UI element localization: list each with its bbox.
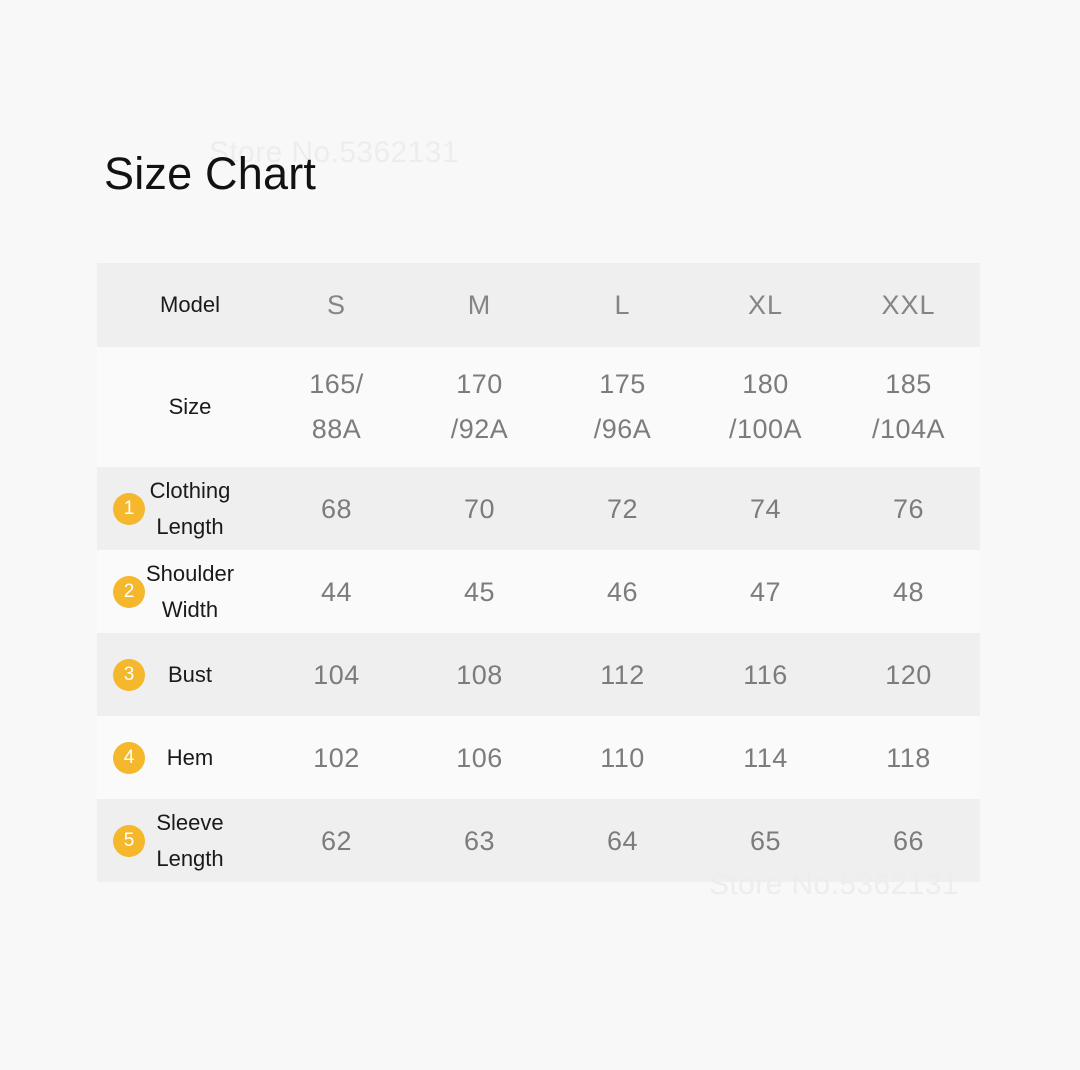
row-badge-5: 5 [113,824,145,857]
value-bust-m: 108 [456,659,503,690]
row-label-cell-sleeve-length: 5 Sleeve Length [97,799,265,882]
table-row-size: Size 165/ 88A 170 /92A 175 /96A 180 /100… [97,347,980,467]
cell-shoulder-width-s: 44 [265,550,408,633]
table-row: 1 Clothing Length 68 70 72 74 76 [97,467,980,550]
cell-sleeve-length-l: 64 [551,799,694,882]
row-badge-1: 1 [113,492,145,525]
value-clothing-length-xxl: 76 [892,493,925,524]
value-hem-xl: 114 [743,742,788,773]
size-value-xxl-text: 185 /104A [871,369,946,444]
value-sleeve-length-xxl: 66 [892,825,925,856]
cell-shoulder-width-l: 46 [551,550,694,633]
header-cell-m: M [408,263,551,347]
watermark-bottom: Store No.5362131 [709,868,959,901]
table-row: 2 Shoulder Width 44 45 46 47 48 [97,550,980,633]
row-label-clothing-length: Clothing Length [149,477,231,539]
row-label-cell-shoulder-width: 2 Shoulder Width [97,550,265,633]
value-shoulder-width-xxl: 48 [892,576,925,607]
size-value-xxl: 185 /104A [837,347,980,467]
header-cell-xxl: XXL [837,263,980,347]
value-hem-m: 106 [456,742,503,773]
value-bust-xl: 116 [743,659,788,690]
row-badge-4: 4 [113,741,145,774]
table-header-row: Model S M L XL XXL [97,263,980,347]
cell-clothing-length-m: 70 [408,467,551,550]
cell-hem-m: 106 [408,716,551,799]
cell-bust-xxl: 120 [837,633,980,716]
size-value-m: 170 /92A [408,347,551,467]
cell-sleeve-length-m: 63 [408,799,551,882]
table-row: 4 Hem 102 106 110 114 118 [97,716,980,799]
value-shoulder-width-s: 44 [320,576,353,607]
row-label-cell-hem: 4 Hem [97,716,265,799]
cell-shoulder-width-xl: 47 [694,550,837,633]
header-size-xxl: XXL [881,290,936,320]
header-cell-model: Model [97,263,265,347]
size-value-xl-text: 180 /100A [728,369,803,444]
cell-clothing-length-l: 72 [551,467,694,550]
value-clothing-length-m: 70 [463,493,496,524]
cell-hem-xxl: 118 [837,716,980,799]
value-hem-xxl: 118 [886,742,931,773]
cell-bust-l: 112 [551,633,694,716]
cell-shoulder-width-xxl: 48 [837,550,980,633]
value-hem-s: 102 [313,742,360,773]
row-badge-3: 3 [113,658,145,691]
row-label-sleeve-length: Sleeve Length [156,809,224,871]
row-label-hem: Hem [166,744,214,770]
cell-sleeve-length-s: 62 [265,799,408,882]
value-bust-l: 112 [600,659,645,690]
cell-bust-xl: 116 [694,633,837,716]
value-clothing-length-l: 72 [606,493,639,524]
size-value-l: 175 /96A [551,347,694,467]
cell-clothing-length-xl: 74 [694,467,837,550]
cell-shoulder-width-m: 45 [408,550,551,633]
value-shoulder-width-xl: 47 [749,576,782,607]
value-hem-l: 110 [600,742,645,773]
header-size-l: L [614,290,631,320]
cell-clothing-length-xxl: 76 [837,467,980,550]
cell-hem-s: 102 [265,716,408,799]
value-sleeve-length-l: 64 [606,825,639,856]
page-title: Size Chart [104,148,317,199]
row-label-size: Size [168,394,212,419]
size-chart-table: Model S M L XL XXL Size 165/ 88A 170 /92… [97,263,980,882]
row-label-cell-size: Size [97,347,265,467]
value-sleeve-length-xl: 65 [749,825,782,856]
row-label-shoulder-width: Shoulder Width [145,560,235,622]
cell-bust-s: 104 [265,633,408,716]
value-shoulder-width-m: 45 [463,576,496,607]
header-size-xl: XL [747,290,784,320]
value-shoulder-width-l: 46 [606,576,639,607]
table-row: 3 Bust 104 108 112 116 120 [97,633,980,716]
size-value-s: 165/ 88A [265,347,408,467]
value-sleeve-length-m: 63 [463,825,496,856]
value-bust-xxl: 120 [885,659,932,690]
row-label-cell-bust: 3 Bust [97,633,265,716]
cell-hem-xl: 114 [694,716,837,799]
size-value-m-text: 170 /92A [450,369,509,444]
value-sleeve-length-s: 62 [320,825,353,856]
header-cell-xl: XL [694,263,837,347]
header-cell-s: S [265,263,408,347]
row-badge-2: 2 [113,575,145,608]
value-clothing-length-xl: 74 [749,493,782,524]
size-value-l-text: 175 /96A [593,369,652,444]
value-bust-s: 104 [313,659,360,690]
value-clothing-length-s: 68 [320,493,353,524]
header-size-s: S [326,290,346,320]
header-label-model: Model [160,292,220,317]
cell-hem-l: 110 [551,716,694,799]
header-cell-l: L [551,263,694,347]
header-size-m: M [467,290,492,320]
size-value-s-text: 165/ 88A [309,369,364,444]
row-label-bust: Bust [167,661,213,687]
size-chart-page: Store No.5362131 Size Chart Model S M L … [0,0,1080,1070]
size-value-xl: 180 /100A [694,347,837,467]
cell-clothing-length-s: 68 [265,467,408,550]
row-label-cell-clothing-length: 1 Clothing Length [97,467,265,550]
cell-bust-m: 108 [408,633,551,716]
